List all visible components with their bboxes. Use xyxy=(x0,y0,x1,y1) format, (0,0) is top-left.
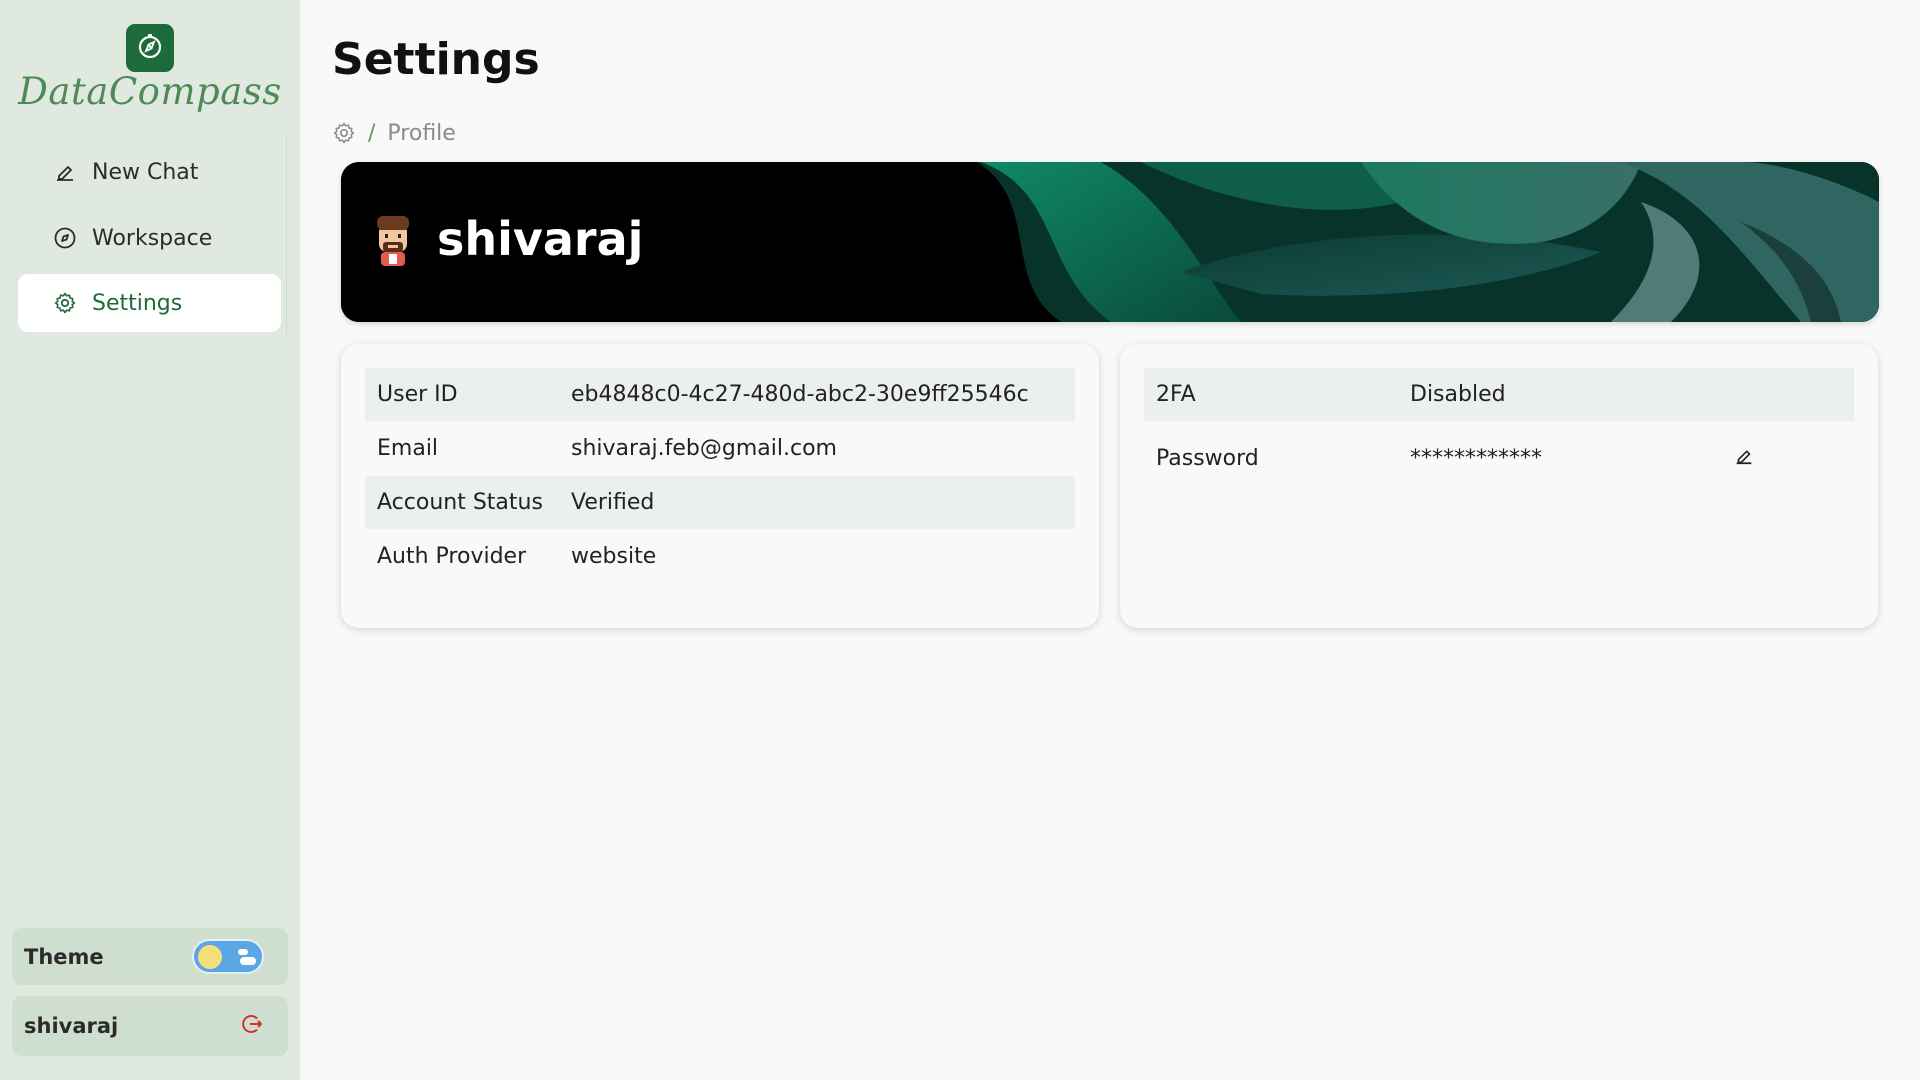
pencil-icon xyxy=(52,159,78,185)
gear-icon xyxy=(52,290,78,316)
sidebar-item-workspace[interactable]: Workspace xyxy=(18,209,281,267)
breadcrumb-current: Profile xyxy=(387,120,456,146)
sidebar-item-label: New Chat xyxy=(92,159,199,185)
row-value: Verified xyxy=(571,490,655,515)
logout-icon xyxy=(240,1012,264,1041)
row-label: Email xyxy=(377,436,439,461)
table-row: Email shivaraj.feb@gmail.com xyxy=(365,422,1075,475)
logout-button[interactable] xyxy=(238,1012,266,1040)
theme-label: Theme xyxy=(24,944,104,969)
profile-banner: shivaraj xyxy=(341,162,1879,322)
page-title: Settings xyxy=(332,34,540,85)
row-value: shivaraj.feb@gmail.com xyxy=(571,436,837,461)
theme-switcher: Theme xyxy=(12,928,288,985)
app-logo-text: DataCompass xyxy=(18,70,282,113)
row-value: eb4848c0-4c27-480d-abc2-30e9ff25546c xyxy=(571,382,1029,407)
edit-password-button[interactable] xyxy=(1730,444,1758,472)
row-label: Account Status xyxy=(377,490,543,515)
profile-display-name: shivaraj xyxy=(437,212,644,266)
cloud-icon xyxy=(238,949,248,955)
table-row: Auth Provider website xyxy=(365,530,1075,583)
logo-badge xyxy=(126,24,174,72)
theme-toggle[interactable] xyxy=(192,939,264,974)
table-row: 2FA Disabled xyxy=(1144,368,1854,421)
row-label: 2FA xyxy=(1156,382,1196,407)
table-row: User ID eb4848c0-4c27-480d-abc2-30e9ff25… xyxy=(365,368,1075,421)
breadcrumb: / Profile xyxy=(332,118,456,148)
sidebar-item-label: Workspace xyxy=(92,225,213,251)
table-row: Account Status Verified xyxy=(365,476,1075,529)
password-value: ************ xyxy=(1410,446,1542,471)
cloud-icon xyxy=(240,957,256,965)
avatar xyxy=(371,214,415,268)
user-menu: shivaraj xyxy=(12,996,288,1056)
row-value: Disabled xyxy=(1410,382,1506,407)
security-card: 2FA Disabled Password ************ xyxy=(1120,344,1878,628)
row-label: Auth Provider xyxy=(377,544,527,569)
sidebar-divider xyxy=(286,136,287,336)
settings-breadcrumb-gear-icon[interactable] xyxy=(332,120,358,146)
sun-icon xyxy=(198,945,222,969)
row-label: Password xyxy=(1156,446,1259,471)
row-value: website xyxy=(571,544,657,569)
breadcrumb-separator: / xyxy=(368,120,376,146)
account-info-card: User ID eb4848c0-4c27-480d-abc2-30e9ff25… xyxy=(341,344,1099,628)
sidebar-item-label: Settings xyxy=(92,290,183,316)
sidebar-item-settings[interactable]: Settings xyxy=(18,274,281,332)
compass-icon xyxy=(52,225,78,251)
table-row: Password ************ xyxy=(1144,432,1854,485)
row-label: User ID xyxy=(377,382,458,407)
pencil-icon xyxy=(1733,444,1755,472)
sidebar-item-new-chat[interactable]: New Chat xyxy=(18,143,281,201)
sidebar: DataCompass New Chat Workspace Settings … xyxy=(0,0,300,1080)
compass-logo-icon xyxy=(135,31,165,65)
user-name: shivaraj xyxy=(24,1014,119,1038)
